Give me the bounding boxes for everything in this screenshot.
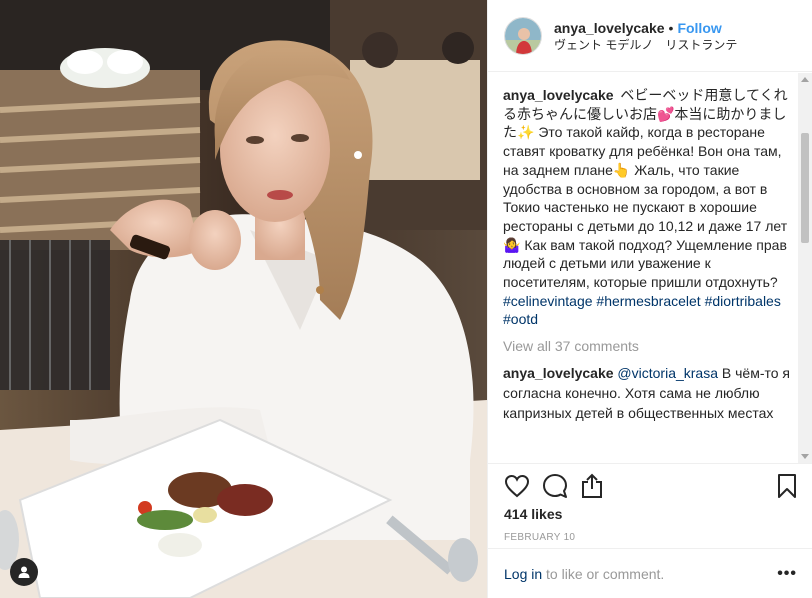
person-icon [18, 566, 30, 578]
separator-dot: • [668, 19, 674, 36]
comments-list[interactable]: anya_lovelycake ベビーベッド用意してくれる赤ちゃんに優しいお店💕… [488, 73, 812, 463]
login-link[interactable]: Log in [504, 566, 542, 582]
follow-button[interactable]: Follow [677, 20, 721, 36]
comments-scrollbar[interactable] [798, 73, 812, 463]
hashtag[interactable]: #hermesbracelet [596, 293, 700, 309]
share-button[interactable] [580, 471, 612, 501]
avatar[interactable] [504, 16, 542, 55]
scroll-up-arrow[interactable] [801, 77, 809, 82]
likes-count[interactable]: 414 likes [504, 506, 797, 522]
post-photo[interactable] [0, 0, 487, 598]
save-button[interactable] [765, 471, 797, 501]
scroll-thumb[interactable] [801, 133, 809, 243]
add-comment-section: Log in to like or comment. ••• [488, 548, 812, 598]
hashtag[interactable]: #ootd [503, 311, 538, 327]
hashtag[interactable]: #diortribales [705, 293, 781, 309]
comment-username[interactable]: anya_lovelycake [503, 365, 614, 381]
hashtag[interactable]: #celinevintage [503, 293, 593, 309]
caption-username[interactable]: anya_lovelycake [503, 87, 614, 103]
post-date[interactable]: FEBRUARY 10 [504, 532, 797, 543]
share-icon [582, 473, 602, 498]
comment-mention[interactable]: @victoria_krasa [617, 365, 718, 381]
header-username[interactable]: anya_lovelycake [554, 20, 665, 36]
comment-icon [543, 474, 567, 498]
user-tags-button[interactable] [10, 558, 38, 586]
comment-item: anya_lovelycake @victoria_krasa В чём-то… [503, 363, 791, 423]
post-image [0, 0, 487, 598]
action-icons [504, 468, 797, 504]
caption: anya_lovelycake ベビーベッド用意してくれる赤ちゃんに優しいお店💕… [503, 86, 791, 329]
post-sidebar: anya_lovelycake • Follow ヴェント モデルノ リストランテ … [487, 0, 812, 598]
login-prompt-text: to like or comment. [542, 565, 665, 582]
heart-icon [504, 474, 530, 498]
post-actions: 414 likes FEBRUARY 10 [488, 463, 812, 558]
caption-text: ベビーベッド用意してくれる赤ちゃんに優しいお店💕本当に助かりました✨ Это т… [503, 87, 788, 291]
like-button[interactable] [504, 471, 536, 501]
comment-button[interactable] [542, 471, 574, 501]
more-options-button[interactable]: ••• [777, 565, 797, 583]
avatar-image [505, 17, 541, 54]
location-link[interactable]: ヴェント モデルノ リストランテ [554, 37, 737, 53]
bookmark-icon [778, 474, 796, 498]
scroll-down-arrow[interactable] [801, 454, 809, 459]
view-all-comments-button[interactable]: View all 37 comments [503, 337, 791, 355]
post-header: anya_lovelycake • Follow ヴェント モデルノ リストランテ [488, 0, 812, 72]
